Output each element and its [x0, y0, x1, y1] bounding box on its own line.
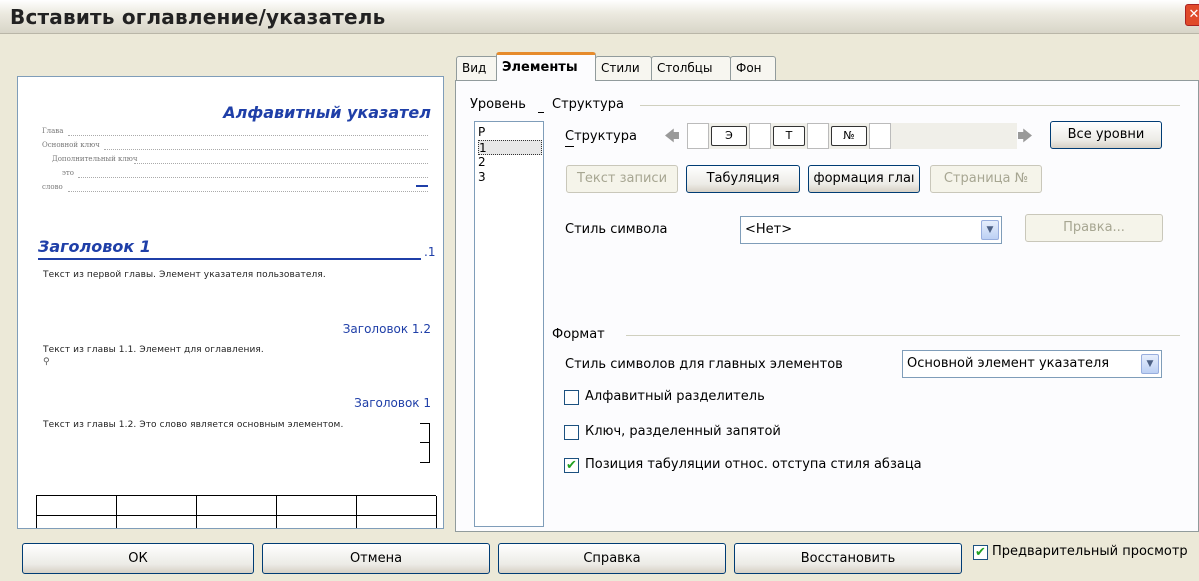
- char-style-value: <Нет>: [745, 222, 793, 237]
- structure-slot[interactable]: [749, 123, 771, 149]
- page-number-button[interactable]: Страница №: [930, 165, 1042, 193]
- preview-small-line: Глава: [42, 127, 64, 135]
- preview-marker: [416, 185, 428, 187]
- tab-relative-checkbox[interactable]: ✔: [564, 458, 579, 473]
- chapter-info-button[interactable]: формация глаı: [808, 165, 920, 193]
- structure-slot[interactable]: [869, 123, 891, 149]
- arrow-right-icon[interactable]: 🡆: [1016, 125, 1034, 147]
- preview-table: [36, 495, 437, 528]
- preview-heading1-num: .1: [424, 245, 436, 259]
- structure-editor[interactable]: Э Т №: [687, 123, 1017, 149]
- char-style-select[interactable]: <Нет> ▼: [740, 216, 1002, 244]
- tab-columns[interactable]: Столбцы: [651, 56, 731, 80]
- levels-list[interactable]: Р 1 2 3: [474, 121, 544, 527]
- format-group-title: Формат: [552, 327, 605, 342]
- preview-small-line: Основной ключ: [42, 141, 100, 149]
- group-divider: [640, 105, 1180, 106]
- preview-anchor-icon: ⚲: [43, 357, 50, 367]
- entry-text-button[interactable]: Текст записи: [566, 165, 678, 193]
- tab-styles[interactable]: Стили: [595, 56, 652, 80]
- help-button[interactable]: Справка: [498, 543, 726, 574]
- list-item-selected[interactable]: 1: [478, 140, 542, 155]
- structure-label: Структура: [565, 129, 637, 144]
- chevron-down-icon[interactable]: ▼: [981, 220, 999, 240]
- alpha-delimiter-checkbox[interactable]: [564, 390, 579, 405]
- tab-relative-label[interactable]: Позиция табуляции относ. отступа стиля а…: [585, 457, 922, 472]
- main-entry-style-select[interactable]: Основной элемент указателя ▼: [902, 350, 1162, 378]
- preview-dotted-line: [78, 177, 428, 178]
- list-item[interactable]: Р: [478, 125, 542, 140]
- keys-separate-label[interactable]: Ключ, разделенный запятой: [585, 424, 781, 439]
- preview-index-title: Алфавитный указател: [223, 103, 431, 122]
- tab-button[interactable]: Табуляция: [686, 165, 800, 193]
- token-tab[interactable]: Т: [773, 126, 805, 146]
- list-item[interactable]: 3: [478, 170, 542, 185]
- preview-dotted-line: [68, 135, 428, 136]
- preview-heading12: Заголовок 1.2: [342, 322, 431, 336]
- char-style-label: Стиль символа: [565, 222, 668, 237]
- preview-text-3: Текст из главы 1.2. Это слово является о…: [43, 420, 344, 430]
- structure-slot[interactable]: [687, 123, 709, 149]
- preview-bracket: [420, 443, 430, 463]
- preview-bracket: [420, 423, 430, 443]
- preview-checkbox[interactable]: ✔: [973, 545, 988, 560]
- preview-small-line: Дополнительный ключ: [52, 155, 138, 163]
- alpha-delimiter-label[interactable]: Алфавитный разделитель: [585, 389, 765, 404]
- preview-text-1: Текст из первой главы. Элемент указателя…: [43, 270, 326, 280]
- structure-slot[interactable]: [807, 123, 829, 149]
- window-title: Вставить оглавление/указатель: [10, 5, 386, 29]
- reset-button[interactable]: Восстановить: [734, 543, 962, 574]
- token-entry[interactable]: Э: [711, 126, 747, 146]
- keys-separate-checkbox[interactable]: [564, 425, 579, 440]
- preview-pane: Алфавитный указател Глава Основной ключ …: [17, 76, 444, 529]
- levels-accel-underline: [538, 112, 544, 113]
- preview-dotted-line: [104, 149, 428, 150]
- list-item[interactable]: 2: [478, 155, 542, 170]
- preview-text-2: Текст из главы 1.1. Элемент для оглавлен…: [43, 345, 264, 355]
- main-entry-style-value: Основной элемент указателя: [907, 356, 1110, 371]
- tab-background[interactable]: Фон: [730, 56, 776, 80]
- preview-dotted-line: [68, 191, 428, 192]
- all-levels-button[interactable]: Все уровни: [1050, 121, 1162, 149]
- chevron-down-icon[interactable]: ▼: [1141, 354, 1159, 374]
- preview-heading1: Заголовок 1: [38, 237, 151, 256]
- group-divider: [626, 335, 1180, 336]
- tab-view[interactable]: Вид: [456, 56, 498, 80]
- main-entry-style-label: Стиль символов для главных элементов: [565, 357, 843, 372]
- levels-label: Уровень: [470, 97, 526, 112]
- edit-button[interactable]: Правка...: [1025, 214, 1163, 242]
- tab-elements[interactable]: Элементы: [496, 52, 596, 81]
- preview-heading-rule: [38, 258, 421, 260]
- preview-small-line: это: [62, 169, 75, 177]
- preview-dotted-line: [134, 163, 428, 164]
- structure-group-title: Структура: [552, 97, 624, 112]
- title-bar: Вставить оглавление/указатель ✕: [0, 0, 1199, 34]
- preview-small-line: слово: [42, 183, 63, 191]
- token-page-number[interactable]: №: [831, 126, 867, 146]
- preview-heading1b: Заголовок 1: [354, 396, 431, 410]
- close-icon[interactable]: ✕: [1185, 4, 1199, 26]
- cancel-button[interactable]: Отмена: [262, 543, 490, 574]
- arrow-left-icon[interactable]: 🡄: [663, 125, 681, 147]
- ok-button[interactable]: ОК: [22, 543, 254, 574]
- structure-accel-underline: [565, 146, 574, 147]
- preview-checkbox-label[interactable]: Предварительный просмотр: [992, 544, 1188, 559]
